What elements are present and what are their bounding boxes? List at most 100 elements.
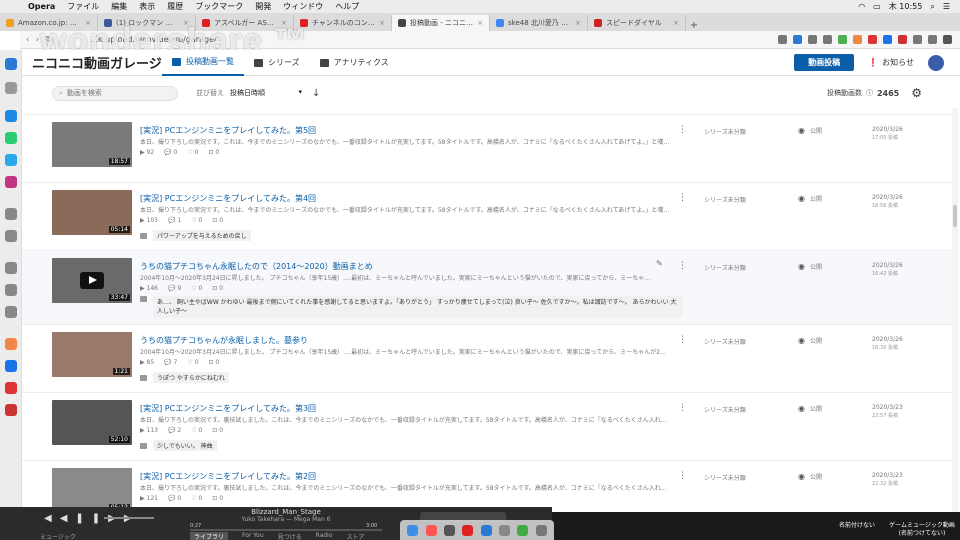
video-thumbnail[interactable]: 05:14 <box>52 190 132 235</box>
extension-icon[interactable] <box>868 35 877 44</box>
video-series[interactable]: シリーズ未分類 <box>704 337 746 346</box>
video-row[interactable]: 18:57 [実況] PCエンジンミニをプレイしてみた。第5回 本日、撮り下ろし… <box>22 114 952 182</box>
sort-select[interactable]: 投稿日時順 ▾ <box>230 88 302 98</box>
tab-for-you[interactable]: For You <box>242 532 264 540</box>
speed-dial-icon[interactable] <box>5 58 17 70</box>
heart-icon[interactable] <box>808 35 817 44</box>
video-thumbnail[interactable]: 1:21 <box>52 332 132 377</box>
more-menu-icon[interactable]: ⋮ <box>678 471 687 481</box>
extension-icon[interactable] <box>5 382 17 394</box>
desktop-file-label[interactable]: ゲームミュージック動画 (名前つけてない) <box>886 522 958 538</box>
edit-icon[interactable]: ✎ <box>656 259 663 268</box>
post-video-button[interactable]: 動画投稿 <box>794 54 855 71</box>
video-series[interactable]: シリーズ未分類 <box>704 127 746 136</box>
music-app-icon[interactable] <box>425 524 437 536</box>
more-menu-icon[interactable]: ⋮ <box>678 193 687 203</box>
browser-tab[interactable]: ske48 北川愛乃 髪 - Google 検 × <box>490 15 588 31</box>
extension-icon[interactable] <box>5 360 17 372</box>
send-icon[interactable] <box>5 230 17 242</box>
scrollbar-thumb[interactable] <box>953 205 957 227</box>
download-icon[interactable] <box>823 35 832 44</box>
video-thumbnail[interactable]: 18:57 <box>52 122 132 167</box>
search-icon[interactable]: ⌕ <box>930 2 934 12</box>
menu-app[interactable]: Opera <box>22 2 61 11</box>
visibility-status[interactable]: ◉ 公開 <box>798 404 822 413</box>
visibility-status[interactable]: ◉ 公開 <box>798 336 822 345</box>
menu-edit[interactable]: 編集 <box>105 1 133 12</box>
close-icon[interactable]: × <box>281 19 287 27</box>
browser-tab[interactable]: スピードダイヤル × <box>588 15 686 31</box>
video-title[interactable]: うちの猫プチコちゃんが永眠しました。墓参り <box>140 335 308 346</box>
camera-icon[interactable] <box>778 35 787 44</box>
extension-icon[interactable] <box>5 404 17 416</box>
video-title[interactable]: [実況] PCエンジンミニをプレイしてみた。第4回 <box>140 193 316 204</box>
browser-tab[interactable]: チャンネルのコンテンツ - You × <box>294 15 392 31</box>
control-center-icon[interactable]: ☰ <box>943 2 950 11</box>
menubar-clock[interactable]: 木 10:55 <box>889 1 923 12</box>
play-icon[interactable] <box>80 272 104 289</box>
whatsapp-icon[interactable] <box>5 132 17 144</box>
gear-icon[interactable]: ⚙ <box>911 86 922 100</box>
tab-series[interactable]: シリーズ <box>244 50 310 76</box>
help-icon[interactable]: ⓘ <box>866 88 873 98</box>
video-row[interactable]: 52:10 [実況] PCエンジンミニをプレイしてみた。第3回 本日、撮り下ろし… <box>22 392 952 460</box>
more-menu-icon[interactable]: ⋮ <box>678 261 687 271</box>
video-series[interactable]: シリーズ未分類 <box>704 195 746 204</box>
camera-icon[interactable] <box>443 524 455 536</box>
video-row[interactable]: 33:47 うちの猫プチコちゃん永眠したので（2014〜2020）動画まとめ 2… <box>22 250 952 324</box>
close-icon[interactable]: × <box>85 19 91 27</box>
visibility-status[interactable]: ◉ 公開 <box>798 472 822 481</box>
menu-develop[interactable]: 開発 <box>249 1 277 12</box>
video-row[interactable]: 05:14 [実況] PCエンジンミニをプレイしてみた。第4回 本日、撮り下ろし… <box>22 182 952 250</box>
tab-radio[interactable]: Radio <box>316 532 333 540</box>
visibility-status[interactable]: ◉ 公開 <box>798 126 822 135</box>
video-title[interactable]: [実況] PCエンジンミニをプレイしてみた。第2回 <box>140 471 316 482</box>
navigation-buttons[interactable]: ‹›↻ <box>20 35 90 45</box>
video-series[interactable]: シリーズ未分類 <box>704 473 746 482</box>
extension-icon[interactable] <box>913 35 922 44</box>
video-title[interactable]: うちの猫プチコちゃん永眠したので（2014〜2020）動画まとめ <box>140 261 373 272</box>
settings-icon[interactable] <box>5 306 17 318</box>
menu-icon[interactable] <box>943 35 952 44</box>
visibility-status[interactable]: ◉ 公開 <box>798 262 822 271</box>
extension-icon[interactable] <box>898 35 907 44</box>
new-tab-icon[interactable]: + <box>686 20 702 31</box>
extension-icon[interactable] <box>928 35 937 44</box>
extension-icon[interactable] <box>883 35 892 44</box>
visibility-status[interactable]: ◉ 公開 <box>798 194 822 203</box>
heart-icon[interactable] <box>5 262 17 274</box>
home-icon[interactable] <box>5 82 17 94</box>
shield-icon[interactable] <box>793 35 802 44</box>
wifi-icon[interactable]: ◠ <box>858 2 865 11</box>
tab-browse[interactable]: 見つける <box>278 532 302 540</box>
telegram-icon[interactable] <box>5 154 17 166</box>
video-thumbnail[interactable]: 52:10 <box>52 400 132 445</box>
player-icon[interactable] <box>5 208 17 220</box>
menu-file[interactable]: ファイル <box>61 1 105 12</box>
video-series[interactable]: シリーズ未分類 <box>704 263 746 272</box>
browser-tab-active[interactable]: 投稿動画 - ニコニコ動画 × <box>392 15 490 31</box>
menu-bookmarks[interactable]: ブックマーク <box>189 1 249 12</box>
app-icon[interactable] <box>480 524 492 536</box>
tab-store[interactable]: ストア <box>347 532 365 540</box>
extension-icon[interactable] <box>838 35 847 44</box>
close-icon[interactable]: × <box>183 19 189 27</box>
video-row[interactable]: 1:21 うちの猫プチコちゃんが永眠しました。墓参り 2004年10月〜2020… <box>22 324 952 392</box>
opera-icon[interactable] <box>462 524 474 536</box>
menu-help[interactable]: ヘルプ <box>329 1 365 12</box>
extension-icon[interactable] <box>5 338 17 350</box>
search-input[interactable] <box>66 89 167 97</box>
tab-library[interactable]: ライブラリ <box>190 532 229 540</box>
close-icon[interactable]: × <box>673 19 679 27</box>
close-icon[interactable]: × <box>379 19 385 27</box>
browser-tab[interactable]: アスベルガー ASDロックマン× <box>196 15 294 31</box>
volume-slider[interactable] <box>104 517 154 519</box>
avatar[interactable] <box>928 54 944 71</box>
menu-history[interactable]: 履歴 <box>161 1 189 12</box>
finder-icon[interactable] <box>407 524 419 536</box>
notice-button[interactable]: ❗ お知らせ <box>868 57 914 68</box>
menu-window[interactable]: ウィンドウ <box>277 1 329 12</box>
video-title[interactable]: [実況] PCエンジンミニをプレイしてみた。第5回 <box>140 125 316 136</box>
close-icon[interactable]: × <box>575 19 581 27</box>
more-menu-icon[interactable]: ⋮ <box>678 125 687 135</box>
